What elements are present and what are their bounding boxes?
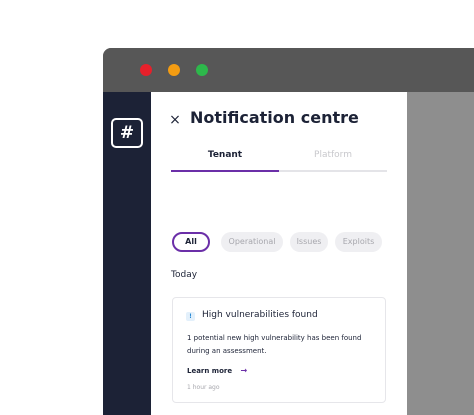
notification-timestamp: 1 hour ago (187, 384, 220, 391)
window-minimize-button[interactable] (168, 64, 180, 76)
tab-tenant[interactable]: Tenant (171, 150, 279, 160)
notification-title: High vulnerabilities found (202, 310, 318, 320)
filter-operational[interactable]: Operational (221, 232, 283, 252)
sidebar: # (103, 92, 151, 415)
notification-tabs: Tenant Platform (171, 146, 387, 172)
backdrop-overlay[interactable] (407, 92, 474, 415)
window-titlebar (103, 48, 474, 92)
active-tab-indicator (171, 170, 279, 172)
filter-issues[interactable]: Issues (290, 232, 328, 252)
section-label-today: Today (171, 270, 198, 280)
filter-exploits[interactable]: Exploits (335, 232, 382, 252)
notification-body: 1 potential new high vulnerability has b… (187, 334, 362, 355)
hash-logo-icon[interactable]: # (111, 118, 143, 148)
app-window: # × Notification centre Tenant Platform … (103, 48, 474, 415)
arrow-right-icon: → (240, 366, 248, 375)
tab-platform[interactable]: Platform (279, 150, 387, 160)
info-icon: ! (186, 312, 195, 321)
filter-all[interactable]: All (172, 232, 210, 252)
notification-panel: × Notification centre Tenant Platform Al… (151, 92, 407, 415)
learn-more-label: Learn more (187, 367, 233, 375)
window-close-button[interactable] (140, 64, 152, 76)
close-icon[interactable]: × (168, 110, 182, 130)
panel-title: Notification centre (190, 108, 359, 127)
learn-more-link[interactable]: Learn more → (187, 366, 247, 375)
window-maximize-button[interactable] (196, 64, 208, 76)
notification-card: ! High vulnerabilities found 1 potential… (172, 297, 386, 403)
